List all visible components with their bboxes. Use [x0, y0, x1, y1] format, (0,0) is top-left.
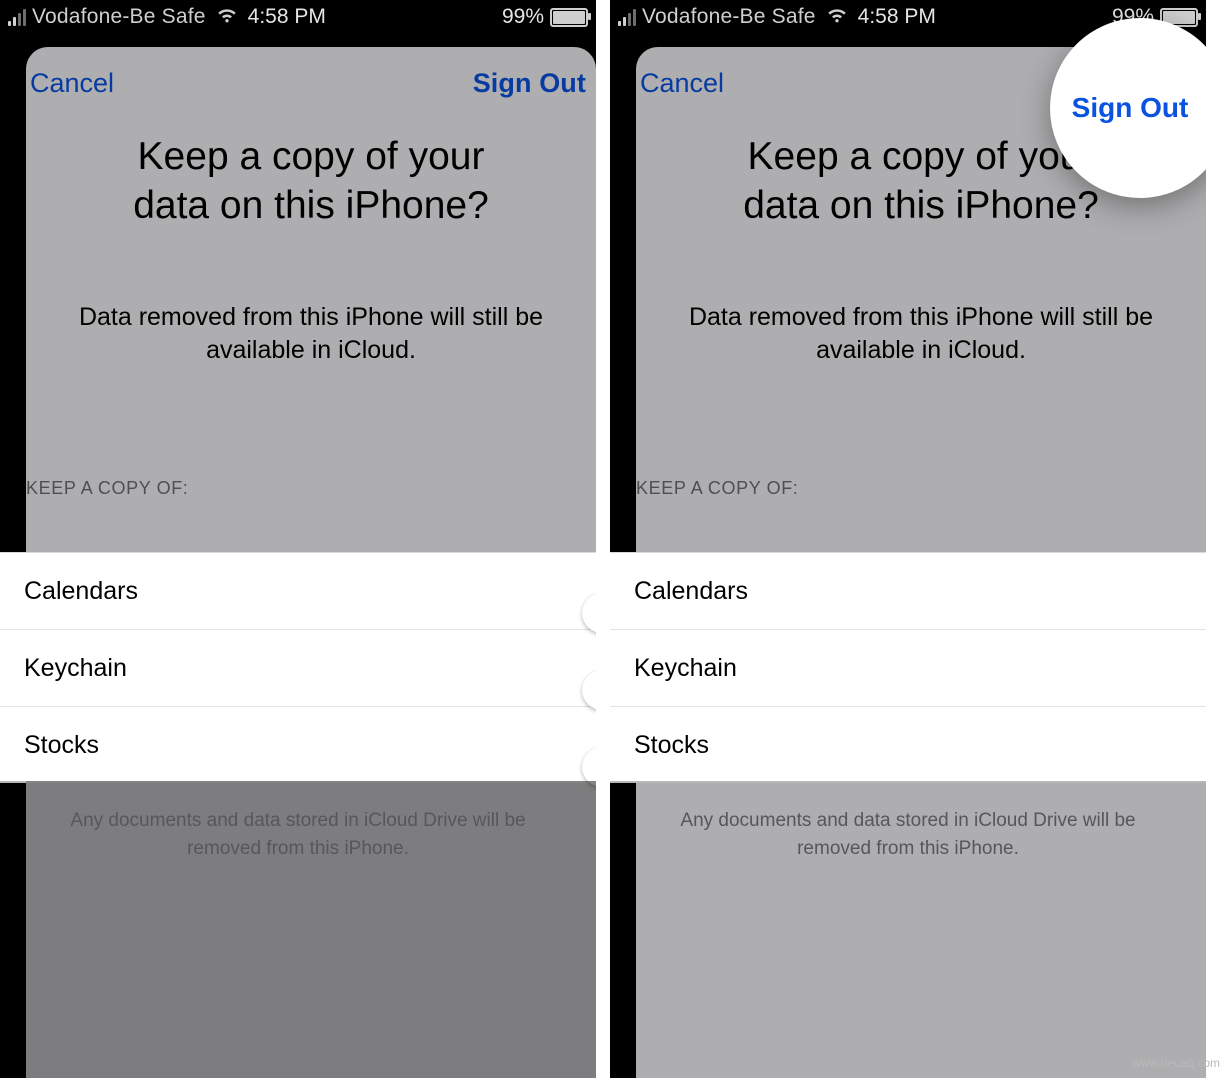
screenshot-left: Vodafone-Be Safe 4:58 PM 99% Cancel Sign… — [0, 0, 596, 1078]
list-item-stocks: Stocks — [0, 706, 596, 783]
title-line-2: data on this iPhone? — [743, 184, 1099, 227]
sheet-nav: Cancel Sign Out — [26, 47, 596, 119]
watermark: www.deuaq.com — [1132, 1056, 1220, 1070]
list-item-label: Stocks — [634, 731, 709, 760]
clock-label: 4:58 PM — [858, 5, 936, 29]
wifi-icon — [216, 6, 238, 29]
footer-line-1: Any documents and data stored in iCloud … — [680, 810, 1135, 831]
sheet-footer: Any documents and data stored in iCloud … — [0, 781, 596, 862]
carrier-label: Vodafone-Be Safe — [32, 5, 206, 29]
list-item-label: Keychain — [24, 654, 127, 683]
screenshot-right: Vodafone-Be Safe 4:58 PM 99% Cancel Sign… — [610, 0, 1206, 1078]
signout-button[interactable]: Sign Out — [1072, 92, 1189, 124]
subtitle-line-2: available in iCloud. — [816, 336, 1026, 364]
carrier-label: Vodafone-Be Safe — [642, 5, 816, 29]
list-item-label: Keychain — [634, 654, 737, 683]
sheet-subtitle: Data removed from this iPhone will still… — [636, 231, 1206, 369]
cancel-button[interactable]: Cancel — [26, 62, 118, 105]
footer-line-2: removed from this iPhone. — [797, 838, 1019, 859]
subtitle-line-1: Data removed from this iPhone will still… — [79, 303, 543, 331]
clock-label: 4:58 PM — [248, 5, 326, 29]
battery-icon — [550, 8, 588, 27]
cancel-button[interactable]: Cancel — [636, 62, 728, 105]
status-bar: Vodafone-Be Safe 4:58 PM 99% — [0, 0, 596, 34]
subtitle-line-1: Data removed from this iPhone will still… — [689, 303, 1153, 331]
sheet-footer: Any documents and data stored in iCloud … — [610, 781, 1206, 862]
title-line-2: data on this iPhone? — [133, 184, 489, 227]
cellular-signal-icon — [8, 9, 26, 26]
list-item-stocks: Stocks — [610, 706, 1206, 783]
sheet-title: Keep a copy of your data on this iPhone? — [26, 119, 596, 231]
list-item-calendars: Calendars — [610, 553, 1206, 629]
list-item-calendars: Calendars — [0, 553, 596, 629]
title-line-1: Keep a copy of your — [138, 135, 485, 178]
list-item-keychain: Keychain — [0, 629, 596, 706]
list-item-keychain: Keychain — [610, 629, 1206, 706]
cellular-signal-icon — [618, 9, 636, 26]
sheet-subtitle: Data removed from this iPhone will still… — [26, 231, 596, 369]
footer-line-1: Any documents and data stored in iCloud … — [70, 810, 525, 831]
title-line-1: Keep a copy of your — [748, 135, 1095, 178]
footer-line-2: removed from this iPhone. — [187, 838, 409, 859]
list-item-label: Calendars — [634, 577, 748, 606]
signout-button[interactable]: Sign Out — [469, 62, 590, 105]
section-header: KEEP A COPY OF: — [636, 368, 1206, 509]
section-header: KEEP A COPY OF: — [26, 368, 596, 509]
battery-pct-label: 99% — [502, 5, 544, 29]
wifi-icon — [826, 6, 848, 29]
list-item-label: Calendars — [24, 577, 138, 606]
list-item-label: Stocks — [24, 731, 99, 760]
keep-copy-list: Calendars Keychain Stocks — [610, 552, 1206, 783]
subtitle-line-2: available in iCloud. — [206, 336, 416, 364]
keep-copy-list: Calendars Keychain Stocks — [0, 552, 596, 783]
